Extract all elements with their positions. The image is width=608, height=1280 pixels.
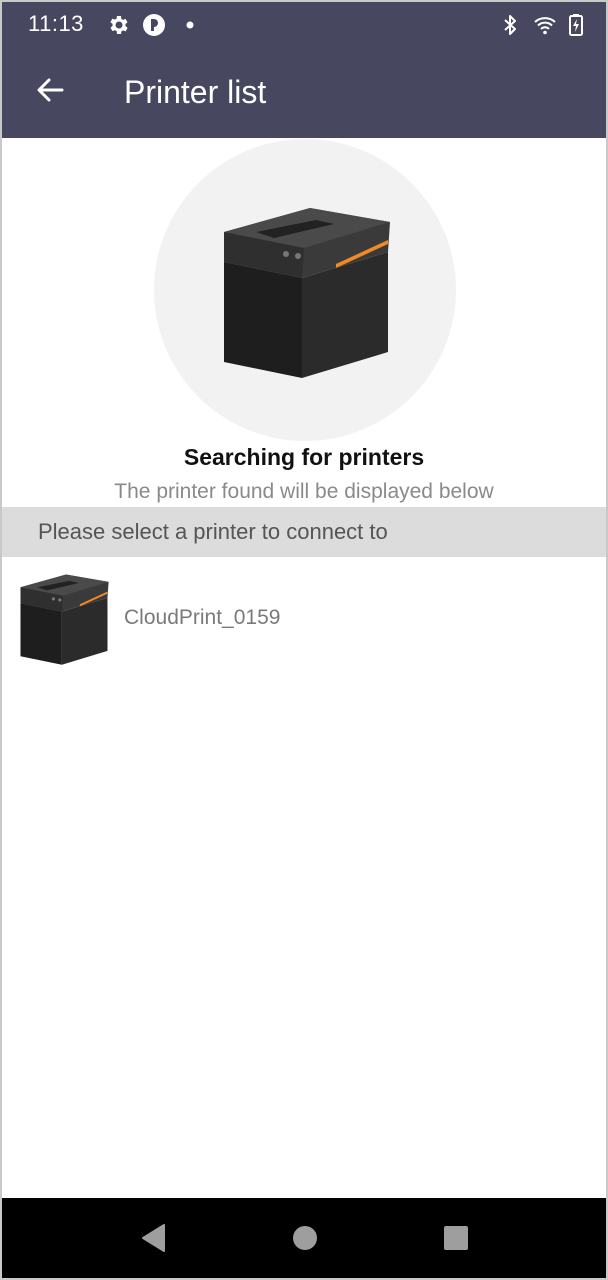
printer-illustration — [216, 192, 396, 388]
page-title: Printer list — [124, 74, 267, 110]
nav-back-button[interactable] — [134, 1220, 174, 1260]
search-status-title: Searching for printers — [183, 444, 425, 470]
printer-name: CloudPrint_0159 — [124, 606, 281, 629]
status-bar: 11:13 — [2, 2, 606, 48]
wifi-icon — [533, 13, 557, 37]
printer-list-header: Please select a printer to connect to — [2, 507, 606, 557]
status-time: 11:13 — [28, 11, 84, 36]
gear-icon — [106, 13, 130, 37]
bluetooth-icon — [498, 13, 522, 37]
app-notification-icon — [142, 13, 166, 37]
nav-recents-button[interactable] — [436, 1220, 476, 1260]
battery-charging-icon — [564, 13, 588, 37]
printer-image — [16, 566, 112, 670]
search-status-subtitle: The printer found will be displayed belo… — [114, 480, 494, 503]
back-button[interactable] — [22, 68, 78, 116]
dot-icon — [184, 13, 208, 37]
arrow-left-icon — [34, 74, 66, 111]
printer-list-header-label: Please select a printer to connect to — [38, 519, 388, 544]
back-triangle-icon — [140, 1223, 168, 1258]
home-circle-icon — [291, 1224, 319, 1257]
nav-home-button[interactable] — [285, 1220, 325, 1260]
app-bar: Printer list — [2, 48, 606, 138]
screen: 11:13 Printer list Searching for printer… — [0, 0, 608, 1280]
system-navigation-bar — [2, 1198, 606, 1278]
printer-list-item[interactable]: CloudPrint_0159 — [2, 560, 606, 676]
recents-square-icon — [442, 1224, 470, 1257]
